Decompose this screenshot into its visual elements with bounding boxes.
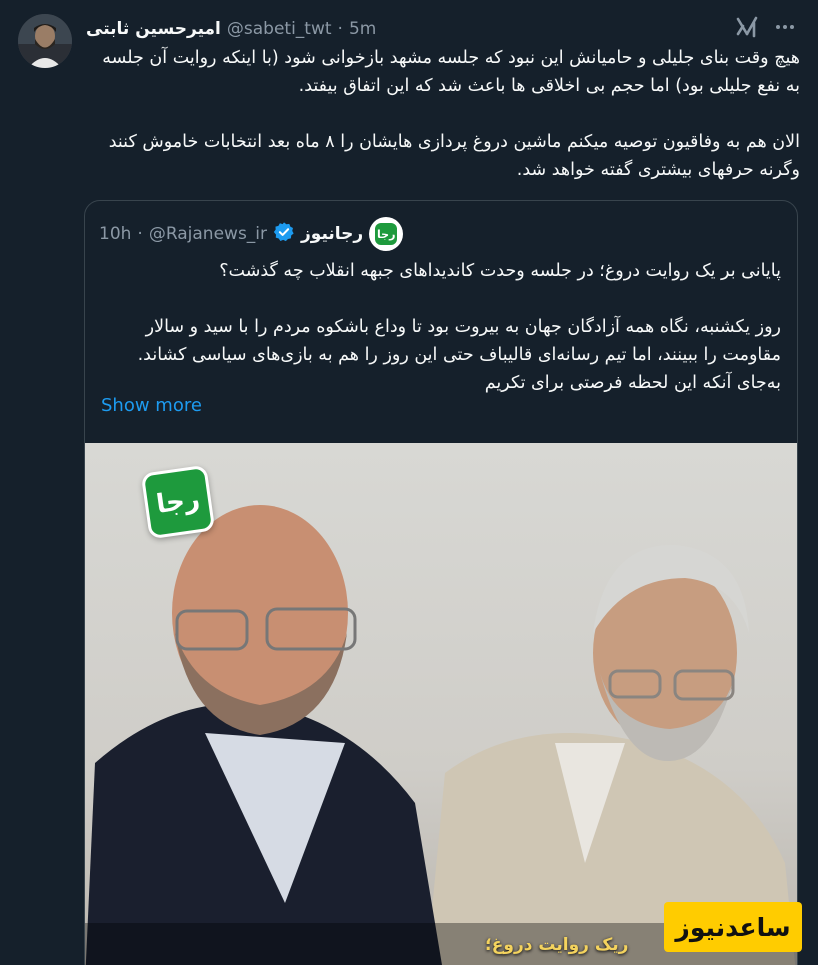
quote-paragraph: روز یکشنبه، نگاه همه آزادگان جهان به بیر… — [137, 317, 781, 393]
quote-avatar-logo: رجا — [375, 223, 398, 245]
tweet[interactable]: امیرحسین ثابتی @sabeti_twt · 5m هیچ وقت … — [0, 0, 818, 965]
verified-icon — [273, 221, 295, 247]
grok-icon[interactable] — [734, 14, 760, 40]
author-handle[interactable]: @sabeti_twt — [227, 19, 332, 39]
show-more-link[interactable]: Show more — [101, 395, 202, 416]
media-brand-logo: رجا — [140, 464, 216, 540]
quote-header: رجا رجانیوز @Rajanews_ir · 10h — [99, 217, 783, 251]
author-name[interactable]: امیرحسین ثابتی — [86, 19, 221, 39]
tweet-paragraph: الان هم به وفاقیون توصیه میکنم ماشین درو… — [108, 132, 800, 180]
quote-author-handle[interactable]: @Rajanews_ir — [149, 224, 267, 244]
quote-text: پایانی بر یک روایت دروغ؛ در جلسه وحدت کا… — [101, 257, 781, 425]
quote-media-image[interactable]: رجا ریک روایت دروغ؛ — [85, 443, 797, 965]
more-icon[interactable] — [772, 16, 798, 38]
quote-timestamp[interactable]: 10h — [99, 224, 131, 244]
tweet-paragraph: هیچ وقت بنای جلیلی و حامیانش این نبود که… — [102, 48, 800, 96]
quote-author-name[interactable]: رجانیوز — [301, 224, 363, 244]
tweet-header: امیرحسین ثابتی @sabeti_twt · 5m — [86, 18, 376, 40]
media-caption: ریک روایت دروغ؛ — [485, 935, 629, 955]
separator: · — [337, 19, 343, 39]
watermark-logo: ساعدنیوز — [664, 902, 802, 952]
quoted-tweet[interactable]: رجا رجانیوز @Rajanews_ir · 10h پایانی بر… — [84, 200, 798, 965]
quote-paragraph: پایانی بر یک روایت دروغ؛ در جلسه وحدت کا… — [219, 261, 781, 281]
quote-avatar[interactable]: رجا — [369, 217, 404, 251]
tweet-text: هیچ وقت بنای جلیلی و حامیانش این نبود که… — [86, 44, 800, 212]
separator: · — [137, 224, 143, 244]
timestamp[interactable]: 5m — [349, 19, 376, 39]
avatar[interactable] — [18, 14, 72, 68]
